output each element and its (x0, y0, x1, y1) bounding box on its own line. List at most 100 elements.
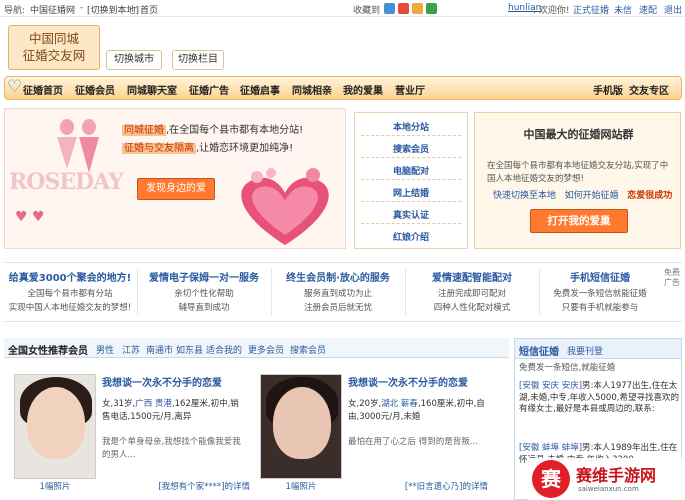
nav-item-notices[interactable]: 征婚启事 (240, 82, 280, 97)
feature-title: 手机短信征婚 (570, 273, 630, 284)
logo-line1: 中国同城 (28, 31, 79, 46)
filter-link[interactable]: 适合我的 (206, 343, 242, 356)
feature-text: 辅导直到成功 (178, 303, 230, 313)
bookmark-icon[interactable] (398, 3, 409, 14)
feature-text: 四种人性化配对模式 (433, 303, 511, 313)
sms-sender[interactable]: [安徽 安庆 安庆] (519, 381, 582, 391)
switch-local-link[interactable]: [切换到本地] (87, 3, 139, 16)
quick-link-search[interactable]: 搜索会员 (355, 142, 467, 155)
open-nest-button[interactable]: 打开我的爱巢 (530, 209, 628, 233)
filter-link[interactable]: 如东县 (176, 343, 203, 356)
member-card[interactable]: 1幅照片 我想谈一次永不分手的恋爱 女,20岁,湖北 蕲春,160厘米,初中,自… (250, 368, 490, 493)
nav-item-friends[interactable]: 交友专区 (629, 82, 669, 97)
member-info: 女,20岁,湖北 蕲春,160厘米,初中,自由,3000元/月,未婚 (348, 398, 488, 424)
member-info-text: 女,20岁, (348, 399, 382, 409)
formal-link[interactable]: 正式征婚 (573, 3, 609, 16)
sms-header: 短信征婚 我要刊登 (515, 339, 681, 359)
matchmaker-link[interactable]: 速配 (639, 3, 657, 16)
feature-text: 只要有手机就能参与 (561, 303, 639, 313)
heart-icon: ♡ (7, 77, 23, 97)
sms-message[interactable]: [安徽 安庆 安庆]男:本人1977出生,住在太湖,未婚,中专,年收入5000,… (519, 381, 679, 416)
member-card[interactable]: 1幅照片 我想谈一次永不分手的恋爱 女,31岁,广西 贵港,162厘米,初中,销… (4, 368, 250, 493)
banner-text: ,在全国每个县市都有本地分站! (166, 125, 304, 136)
member-title[interactable]: 我想谈一次永不分手的恋爱 (348, 374, 468, 389)
watermark-url: saiweianxun.com (578, 485, 639, 493)
feature-item[interactable]: 爱情速配智能配对 注册完成即可配对 四种人性化配对模式 (406, 263, 538, 321)
logout-link[interactable]: 退出 (664, 3, 682, 16)
filter-link[interactable]: 搜索会员 (290, 343, 326, 356)
feature-title: 爱情速配智能配对 (432, 273, 512, 284)
feature-item[interactable]: 给真爱3000个聚会的地方! 全国每个县市都有分站 实现中国人本地征婚交友的梦想… (4, 263, 136, 321)
free-ad-label[interactable]: 免费广告 (664, 268, 680, 288)
site-group-desc: 在全国每个县市都有本地征婚交友分站,实现了中国人本地征婚交友的梦想! (487, 161, 669, 184)
member-city[interactable]: 湖北 蕲春 (381, 399, 418, 409)
nav-item-nest[interactable]: 我的爱巢 (343, 82, 383, 97)
nav-item-home[interactable]: 征婚首页 (23, 82, 63, 97)
quick-link-matchmaker[interactable]: 红娘介绍 (355, 230, 467, 243)
sms-subtitle: 免费发一条短信,就能征婚 (519, 363, 616, 373)
feature-title: 给真爱3000个聚会的地方! (8, 273, 132, 284)
logo-line2: 征婚交友网 (22, 48, 86, 63)
filter-link[interactable]: 男性 (96, 343, 114, 356)
watermark-title: 赛维手游网 (576, 466, 657, 485)
member-city[interactable]: 广西 贵港 (135, 399, 172, 409)
filter-link[interactable]: 更多会员 (248, 343, 284, 356)
divider (361, 157, 461, 158)
roseday-text: ROSEDAY (9, 169, 124, 195)
female-members-header: 全国女性推荐会员 男性 江苏 南通市 如东县 适合我的 更多会员 搜索会员 (4, 338, 509, 358)
features-strip: 给真爱3000个聚会的地方! 全国每个县市都有分站 实现中国人本地征婚交友的梦想… (4, 262, 682, 322)
site-logo[interactable]: 中国同城 征婚交友网 (8, 25, 100, 70)
quick-link-verify[interactable]: 真实认证 (355, 208, 467, 221)
feature-item[interactable]: 手机短信征婚 免费发一条短信就能征婚 只要有手机就能参与 (528, 263, 672, 321)
quick-link-match[interactable]: 电脑配对 (355, 164, 467, 177)
nav-item-ads[interactable]: 征婚广告 (189, 82, 229, 97)
divider (361, 223, 461, 224)
member-photo[interactable] (260, 374, 342, 479)
filter-link[interactable]: 江苏 (122, 343, 140, 356)
switch-city-button[interactable]: 切换城市 (106, 50, 162, 70)
feature-text: 注册会员后就无忧 (303, 303, 372, 313)
switch-local-link[interactable]: 快速切换至本地 (493, 191, 556, 201)
sms-gender: 男 (582, 443, 591, 453)
photo-count[interactable]: 1幅照片 (14, 480, 96, 492)
bookmark-icon[interactable] (412, 3, 423, 14)
member-title[interactable]: 我想谈一次永不分手的恋爱 (102, 374, 222, 389)
switch-column-button[interactable]: 切换栏目 (172, 50, 224, 70)
site-link[interactable]: 中国征婚网 (30, 3, 75, 16)
feature-text: 免费发一条短信就能征婚 (553, 289, 647, 299)
top-bar: 导航: 中国征婚网 - [切换到本地] - 首页 收藏到 hunlian : 欢… (0, 0, 685, 17)
sms-sender[interactable]: [安徽 蚌埠 蚌埠] (519, 443, 582, 453)
quick-link-local[interactable]: 本地分站 (355, 120, 467, 133)
nav-item-members[interactable]: 征婚会员 (75, 82, 115, 97)
quick-link-marry[interactable]: 网上结婚 (355, 186, 467, 199)
face-shape (27, 387, 85, 459)
feature-item[interactable]: 终生会员制·放心的服务 服务直到成功为止 注册会员后就无忧 (272, 263, 404, 321)
feature-title: 爱情电子保姆一对一服务 (149, 273, 259, 284)
heart-icon: ♥ ♥ (15, 209, 45, 225)
photo-count[interactable]: 1幅照片 (260, 480, 342, 492)
watermark: 赛 赛维手游网 saiweianxun.com (528, 458, 685, 500)
post-sms-link[interactable]: 我要刊登 (567, 344, 603, 357)
home-link[interactable]: 首页 (140, 3, 158, 16)
nav-item-chat[interactable]: 同城聊天室 (127, 82, 177, 97)
feature-item[interactable]: 爱情电子保姆一对一服务 亲切个性化帮助 辅导直到成功 (138, 263, 270, 321)
sms-title: 短信征婚 (519, 347, 559, 358)
quick-links-panel: 本地分站 搜索会员 电脑配对 网上结婚 真实认证 红娘介绍 (354, 112, 468, 249)
success-link[interactable]: 恋爱很成功 (627, 191, 672, 201)
nav-item-dating[interactable]: 同城相亲 (292, 82, 332, 97)
filter-link[interactable]: 南通市 (146, 343, 173, 356)
nav-item-mobile[interactable]: 手机版 (593, 82, 623, 97)
bookmark-icon[interactable] (426, 3, 437, 14)
find-love-button[interactable]: 发现身边的爱 (137, 178, 215, 200)
member-photo[interactable] (14, 374, 96, 479)
member-info-text: 女,31岁, (102, 399, 136, 409)
unread-link[interactable]: 未信 (614, 3, 632, 16)
site-group-title: 中国最大的征婚网站群 (523, 128, 634, 141)
nav-item-hall[interactable]: 营业厅 (395, 82, 425, 97)
how-to-start-link[interactable]: 如何开始征婚 (565, 191, 619, 201)
nav-label: 导航: (4, 6, 26, 16)
member-detail-link[interactable]: [**旧言遗心乃]的详情 (348, 480, 488, 492)
member-detail-link[interactable]: [我想有个家****]的详情 (102, 480, 250, 492)
bookmark-icon[interactable] (384, 3, 395, 14)
banner-line2: 征婚与交友隔离 ,让婚恋环境更加纯净! (122, 139, 293, 154)
